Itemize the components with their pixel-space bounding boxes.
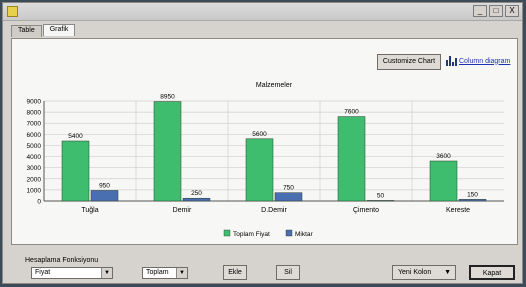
chevron-down-icon: ▼ xyxy=(176,268,187,278)
close-button[interactable]: Kapat xyxy=(469,265,515,280)
x-tick-label: Kereste xyxy=(446,207,470,214)
data-label: 150 xyxy=(467,191,478,198)
data-label: 250 xyxy=(191,190,202,197)
legend-swatch xyxy=(223,229,231,237)
new-column-button[interactable]: Yeni Kolon ▼ xyxy=(392,265,456,280)
field-select[interactable]: Fiyat ▼ xyxy=(31,267,113,279)
maximize-button[interactable]: □ xyxy=(489,5,503,17)
minimize-button[interactable]: _ xyxy=(473,5,487,17)
data-label: 7600 xyxy=(344,109,359,116)
bar xyxy=(153,101,182,202)
bar xyxy=(366,200,395,202)
chart-title: Malzemeler xyxy=(256,82,293,89)
bar xyxy=(245,138,274,202)
bar xyxy=(337,116,366,202)
y-tick-label: 1000 xyxy=(27,187,42,194)
chart-panel: Customize Chart Column diagram Malzemele… xyxy=(11,38,518,245)
bar xyxy=(429,160,458,202)
bar xyxy=(61,140,90,202)
remove-button[interactable]: Sil xyxy=(276,265,300,280)
function-select-value: Toplam xyxy=(146,269,169,276)
y-tick-label: 4000 xyxy=(27,154,42,161)
chevron-down-icon: ▼ xyxy=(101,268,112,278)
legend-label: Toplam Fiyat xyxy=(233,231,270,238)
data-label: 50 xyxy=(377,192,385,199)
close-window-button[interactable]: X xyxy=(505,5,519,17)
bar-chart: Malzemeler 0 1000 2000 3000 4000 5000 6000 7000 8… xyxy=(27,82,504,238)
legend-label: Miktar xyxy=(295,231,314,238)
bar xyxy=(274,192,303,202)
app-icon xyxy=(7,6,18,17)
field-select-value: Fiyat xyxy=(35,269,51,276)
function-select[interactable]: Toplam ▼ xyxy=(142,267,188,279)
tab-table[interactable]: Table xyxy=(11,25,42,37)
x-tick-label: Çimento xyxy=(353,207,379,214)
x-tick-label: D.Demir xyxy=(261,207,287,214)
chevron-down-icon: ▼ xyxy=(444,269,451,276)
calc-function-label: Hesaplama Fonksiyonu xyxy=(25,257,99,264)
window-controls: _ □ X xyxy=(473,5,519,17)
y-tick-label: 8000 xyxy=(27,110,42,117)
y-tick-label: 6000 xyxy=(27,132,42,139)
data-label: 8950 xyxy=(160,94,175,101)
tab-strip: Table Grafik xyxy=(11,24,76,37)
y-tick-label: 3000 xyxy=(27,165,42,172)
data-label: 3600 xyxy=(436,153,451,160)
bar xyxy=(182,197,211,202)
y-tick-label: 2000 xyxy=(27,176,42,183)
data-label: 5400 xyxy=(68,133,83,140)
add-button[interactable]: Ekle xyxy=(223,265,247,280)
y-tick-label: 7000 xyxy=(27,121,42,128)
bar xyxy=(458,199,487,202)
bar xyxy=(90,190,119,202)
data-label: 950 xyxy=(99,182,110,189)
tab-grafik[interactable]: Grafik xyxy=(42,24,76,36)
new-column-label: Yeni Kolon xyxy=(398,269,432,276)
title-bar: _ □ X xyxy=(3,3,522,21)
data-label: 750 xyxy=(283,185,294,192)
y-tick-label: 0 xyxy=(37,199,41,206)
y-tick-label: 9000 xyxy=(27,99,42,106)
x-tick-label: Tuğla xyxy=(81,207,98,214)
data-label: 5600 xyxy=(252,131,267,138)
legend-swatch xyxy=(285,229,293,237)
y-tick-label: 5000 xyxy=(27,143,42,150)
app-window: _ □ X Table Grafik Customize Chart Colum… xyxy=(2,2,523,284)
x-tick-label: Demir xyxy=(173,207,192,214)
